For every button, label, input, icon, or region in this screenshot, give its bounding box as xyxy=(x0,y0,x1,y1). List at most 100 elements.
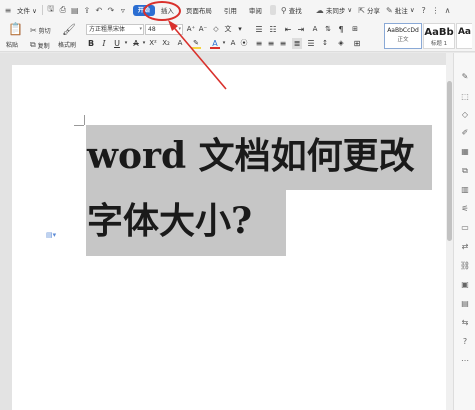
scissors-icon: ✂ xyxy=(30,26,37,35)
search-icon: ⚲ xyxy=(280,5,287,15)
archive-icon[interactable]: ▤ xyxy=(459,298,471,310)
save-icon[interactable]: 🖫 xyxy=(45,3,57,17)
search-button[interactable]: ⚲ 查找 xyxy=(278,3,305,17)
style-label: 标题 1 xyxy=(430,41,448,47)
style-preview: AaBb xyxy=(424,27,454,38)
layers-icon[interactable]: ⧉ xyxy=(459,165,471,177)
document-page[interactable]: word 文档如何更改 字体大小? ▤▾ xyxy=(12,65,447,410)
style-heading-2[interactable]: Aa xyxy=(456,23,472,49)
edit-icon[interactable]: ✎ xyxy=(459,71,471,83)
distribute-icon[interactable]: ☰ xyxy=(306,38,316,49)
help-icon[interactable]: ? xyxy=(418,3,430,17)
tab-page-layout[interactable]: 页面布局 xyxy=(180,3,218,17)
highlight-icon[interactable]: ✎ xyxy=(191,38,201,49)
select-icon[interactable]: ⬚ xyxy=(459,91,471,103)
shading-icon[interactable]: ◈ xyxy=(336,38,346,49)
vertical-scrollbar[interactable] xyxy=(446,53,453,410)
char-border-icon[interactable]: ▾ xyxy=(235,24,245,35)
table-icon[interactable]: ▦ xyxy=(459,146,471,158)
clear-format-icon[interactable]: ◇ xyxy=(211,24,221,35)
document-line-2[interactable]: 字体大小? xyxy=(87,203,252,239)
help-icon[interactable]: ? xyxy=(459,336,471,348)
format-painter-icon[interactable]: 🖌 xyxy=(62,23,76,36)
phonetic-icon[interactable]: 文 xyxy=(223,24,233,35)
style-normal[interactable]: AaBbCcDd 正文 xyxy=(384,23,422,49)
search-label: 查找 xyxy=(288,7,302,15)
tab-references[interactable]: 引用 xyxy=(218,3,243,17)
hamburger-menu-icon[interactable]: ≡ xyxy=(2,3,14,17)
format-painter-button[interactable]: 格式刷 xyxy=(58,40,76,49)
paste-button[interactable]: 粘贴 xyxy=(6,40,18,49)
menu-bar: ≡ 文件 ∨ 🖫 ⎙ ▤ ⇪ ↶ ↷ ▿ 开始 插入 页面布局 引用 审阅 ⚲ … xyxy=(0,0,475,20)
char-shading-icon[interactable]: A xyxy=(228,38,238,49)
divider xyxy=(41,5,43,15)
font-size-value: 48 xyxy=(148,26,156,33)
numbering-icon[interactable]: ☷ xyxy=(268,24,278,35)
file-menu[interactable]: 文件 ∨ xyxy=(14,3,40,17)
paste-icon[interactable]: 📋 xyxy=(8,22,23,36)
comment-label: 批注 xyxy=(394,7,408,15)
copy-button[interactable]: ⧉ 复制 xyxy=(30,40,50,50)
export-icon[interactable]: ⇪ xyxy=(81,3,93,17)
document-area: word 文档如何更改 字体大小? ▤▾ xyxy=(0,53,453,410)
style-heading-1[interactable]: AaBb 标题 1 xyxy=(423,23,455,49)
show-marks-icon[interactable]: ¶ xyxy=(336,24,346,35)
book-icon[interactable]: ▭ xyxy=(459,222,471,234)
adjust-icon[interactable]: ⚟ xyxy=(459,203,471,215)
more-options-icon[interactable]: ⋮ xyxy=(430,3,442,17)
chinese-layout-icon[interactable]: A xyxy=(310,24,320,35)
scrollbar-thumb[interactable] xyxy=(447,81,452,241)
shrink-font-icon[interactable]: A⁻ xyxy=(198,24,208,35)
image-icon[interactable]: ▣ xyxy=(459,279,471,291)
style-icon[interactable]: ✐ xyxy=(459,127,471,139)
comment-button[interactable]: ✎ 批注 ∨ xyxy=(383,3,418,17)
annotation-circle xyxy=(143,1,181,21)
align-center-icon[interactable]: ≡ xyxy=(266,38,276,49)
share-button[interactable]: ⇱ 分享 xyxy=(355,3,383,17)
chart-icon[interactable]: ▥ xyxy=(459,184,471,196)
copy-icon: ⧉ xyxy=(30,40,36,49)
shapes-icon[interactable]: ◇ xyxy=(459,109,471,121)
justify-icon[interactable]: ≣ xyxy=(292,38,302,49)
align-right-icon[interactable]: ≡ xyxy=(278,38,288,49)
document-line-1[interactable]: word 文档如何更改 xyxy=(87,138,415,174)
enclose-char-icon[interactable]: ⦿ xyxy=(239,38,249,49)
text-effect-icon[interactable]: A xyxy=(175,38,185,49)
italic-icon[interactable]: I xyxy=(99,38,109,49)
print-preview-icon[interactable]: ▤ xyxy=(69,3,81,17)
redo-icon[interactable]: ↷ xyxy=(105,3,117,17)
grow-font-icon[interactable]: A⁺ xyxy=(186,24,196,35)
align-left-icon[interactable]: ≡ xyxy=(254,38,264,49)
sort-icon[interactable]: ⇅ xyxy=(323,24,333,35)
font-name-value: 方正粗黑宋体 xyxy=(89,26,126,33)
sync-label: 未同步 xyxy=(325,7,346,15)
borders-icon[interactable]: ⊞ xyxy=(352,38,362,49)
subscript-icon[interactable]: X₂ xyxy=(161,38,171,49)
paragraph-more-icon[interactable]: ⊞ xyxy=(350,24,360,35)
more-tabs-button[interactable] xyxy=(269,5,276,15)
print-icon[interactable]: ⎙ xyxy=(57,3,69,17)
decrease-indent-icon[interactable]: ⇤ xyxy=(283,24,293,35)
line-spacing-icon[interactable]: ↕ xyxy=(320,38,330,49)
tab-review[interactable]: 审阅 xyxy=(243,3,268,17)
translate-icon[interactable]: ⇄ xyxy=(459,241,471,253)
transfer-icon[interactable]: ⇆ xyxy=(459,317,471,329)
cut-button[interactable]: ✂ 剪切 xyxy=(30,26,51,35)
paragraph-handle-icon[interactable]: ▤▾ xyxy=(46,231,56,239)
link-icon[interactable]: ⛓ xyxy=(459,260,471,272)
comment-icon: ✎ xyxy=(385,5,393,15)
increase-indent-icon[interactable]: ⇥ xyxy=(296,24,306,35)
underline-dropdown-icon[interactable]: ▾ xyxy=(121,38,131,49)
collapse-ribbon-icon[interactable]: ∧ xyxy=(442,3,454,17)
bold-icon[interactable]: B xyxy=(86,38,96,49)
more-icon[interactable]: ⋯ xyxy=(459,355,471,367)
copy-label: 复制 xyxy=(37,42,50,50)
customize-icon[interactable]: ▿ xyxy=(117,3,129,17)
font-name-combo[interactable]: 方正粗黑宋体 ▾ xyxy=(86,24,144,35)
sync-status[interactable]: ☁ 未同步 ∨ xyxy=(313,3,355,17)
font-size-combo[interactable]: 48 ▾ xyxy=(145,24,183,35)
bullets-icon[interactable]: ☰ xyxy=(254,24,264,35)
undo-icon[interactable]: ↶ xyxy=(93,3,105,17)
crop-mark xyxy=(74,125,84,126)
superscript-icon[interactable]: X² xyxy=(148,38,158,49)
